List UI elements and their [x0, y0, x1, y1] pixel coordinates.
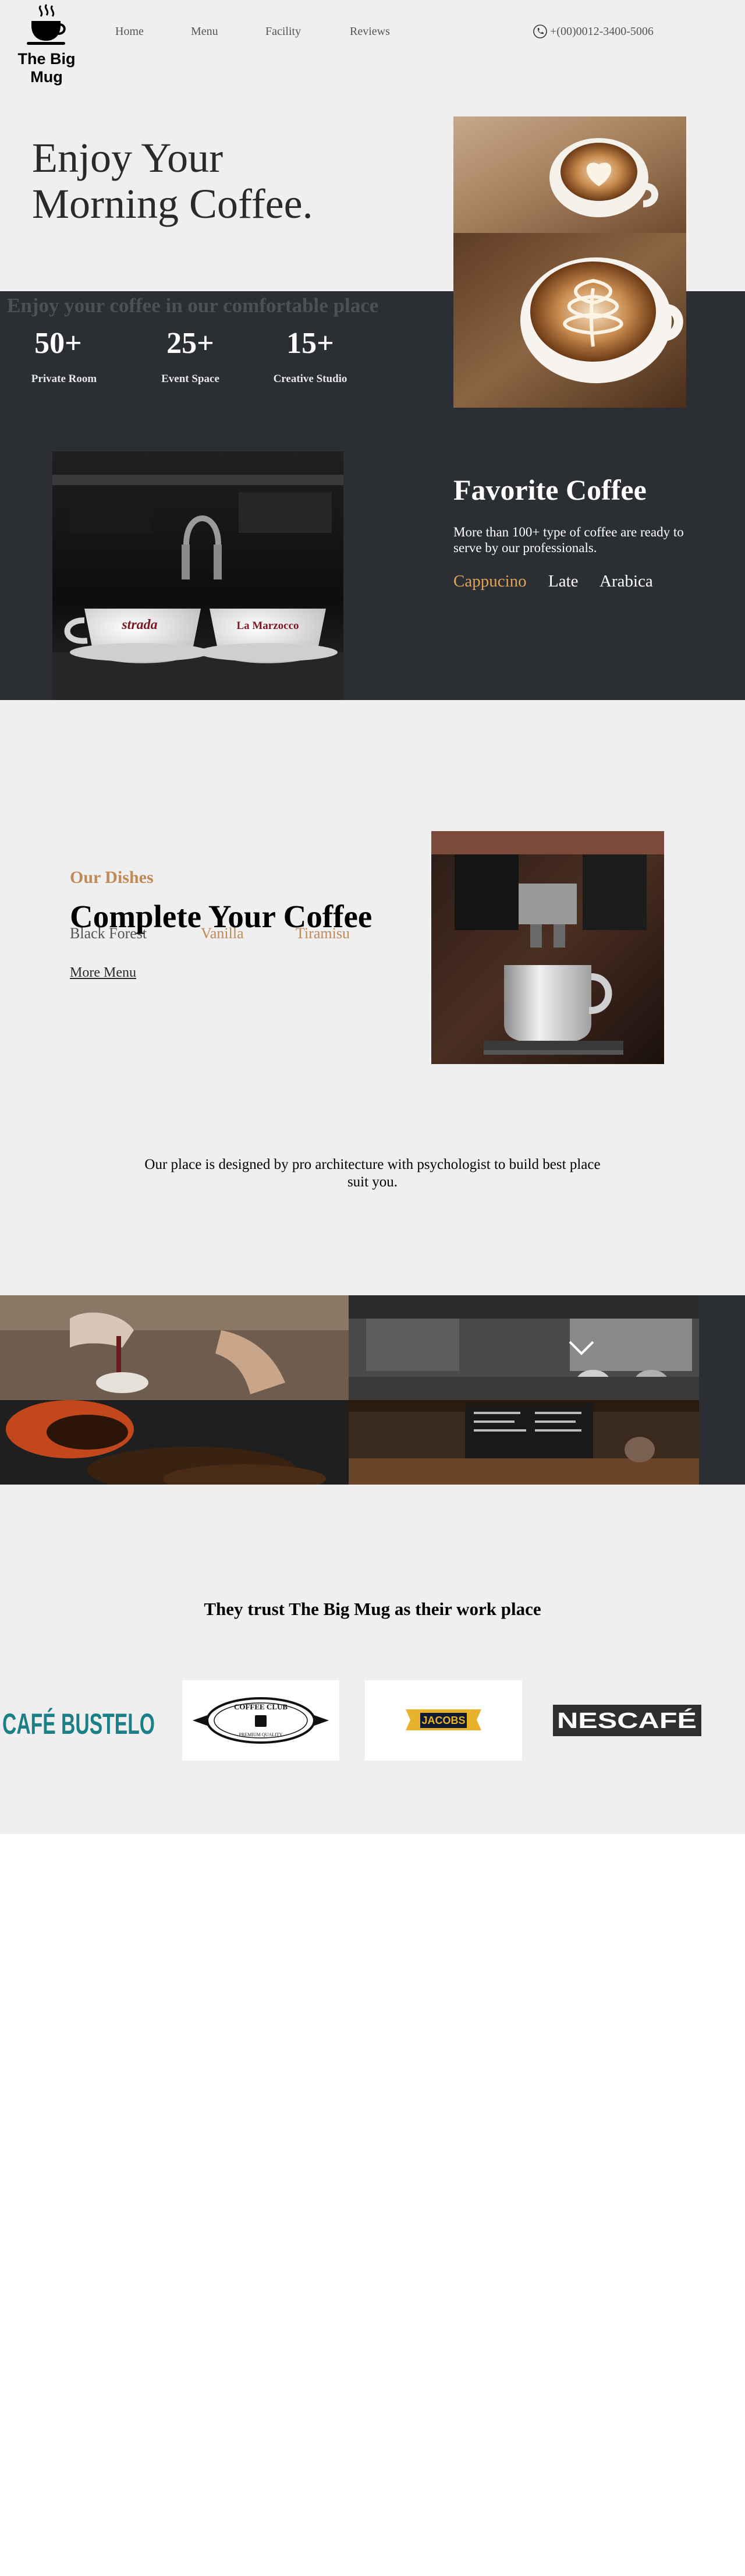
espresso-machine-photo: strada La Marzocco — [52, 451, 343, 700]
stat-label-private-room: Private Room — [31, 373, 97, 385]
hero-title: Enjoy Your Morning Coffee. — [32, 135, 313, 227]
brand-logo-nescafe: NESCAFÉ — [547, 1680, 704, 1761]
gallery-cafe-interior-photo — [349, 1295, 699, 1400]
brand-text-jacobs: JACOBS — [421, 1715, 465, 1726]
hero-subtitle: Enjoy your coffee in our comfortable pla… — [7, 294, 379, 317]
brand-logo-jacobs: JACOBS — [365, 1680, 522, 1761]
phone-icon — [533, 24, 547, 38]
gallery-menu-board-photo — [349, 1400, 699, 1485]
trust-title: They trust The Big Mug as their work pla… — [204, 1599, 541, 1619]
dishes-eyebrow: Our Dishes — [70, 868, 154, 887]
brand-name: The Big Mug — [17, 50, 76, 86]
cup-brand-text: strada — [121, 617, 157, 632]
stat-value-creative-studio: 15+ — [286, 327, 334, 360]
gallery-coffee-beans-photo — [0, 1400, 349, 1485]
brand-text-coffee-club-sub: PREMIUM QUALITY — [239, 1732, 283, 1737]
coffee-tab-arabica[interactable]: Arabica — [599, 572, 653, 591]
phone-contact[interactable]: +(00)0012-3400-5006 — [533, 24, 654, 39]
nav-facility[interactable]: Facility — [265, 25, 301, 38]
stat-label-creative-studio: Creative Studio — [273, 373, 347, 385]
coffee-tab-late[interactable]: Late — [548, 572, 579, 591]
more-menu-link[interactable]: More Menu — [70, 965, 136, 981]
favorite-coffee-description: More than 100+ type of coffee are ready … — [453, 525, 684, 555]
cup-brand-text-2: La Marzocco — [236, 620, 299, 632]
show-menu-link[interactable]: Show Menu — [453, 614, 524, 631]
stat-value-private-room: 50+ — [34, 327, 82, 360]
nav-menu[interactable]: Menu — [191, 25, 218, 38]
trust-section — [0, 1485, 745, 1834]
coffee-cup-icon — [27, 3, 66, 45]
dishes-title: Complete Your Coffee — [70, 899, 372, 934]
coffee-machine-photo — [431, 831, 664, 1064]
nav-home[interactable]: Home — [115, 25, 144, 38]
stat-value-event-space: 25+ — [166, 327, 214, 360]
brand-text-cafe-bustelo: CAFÉ BUSTELO — [2, 1708, 155, 1740]
phone-number: +(00)0012-3400-5006 — [550, 24, 654, 38]
brand-logo-coffee-club: COFFEE CLUB PREMIUM QUALITY — [182, 1680, 339, 1761]
gallery-pouring-photo — [0, 1295, 349, 1400]
place-description: Our place is designed by pro architectur… — [144, 1157, 601, 1190]
nav-reviews[interactable]: Reviews — [350, 25, 390, 38]
brand-text-nescafe: NESCAFÉ — [557, 1708, 697, 1733]
site-logo[interactable]: The Big Mug — [0, 3, 93, 86]
stat-label-event-space: Event Space — [161, 373, 219, 385]
brand-logo-cafe-bustelo: CAFÉ BUSTELO — [0, 1680, 157, 1761]
favorite-coffee-title: Favorite Coffee — [453, 473, 647, 506]
brand-text-coffee-club: COFFEE CLUB — [234, 1702, 288, 1711]
coffee-tab-cappucino[interactable]: Cappucino — [453, 572, 527, 591]
hero-latte-photo — [453, 116, 686, 408]
